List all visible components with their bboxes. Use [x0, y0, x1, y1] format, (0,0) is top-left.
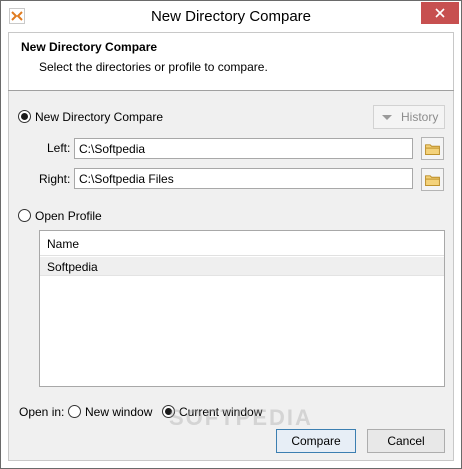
folder-icon	[425, 143, 440, 155]
right-path-field[interactable]: C:\Softpedia Files	[74, 168, 413, 189]
window-title: New Directory Compare	[150, 8, 312, 25]
new-window-label[interactable]: New window	[85, 405, 152, 419]
list-item-label: Softpedia	[47, 260, 98, 274]
list-item[interactable]: Softpedia	[40, 257, 444, 276]
watermark: SOFTPEDIA	[169, 405, 313, 430]
header-separator	[8, 90, 454, 91]
open-profile-radio[interactable]	[18, 209, 31, 222]
right-label: Right:	[39, 172, 71, 186]
history-label: History	[401, 110, 439, 124]
history-button[interactable]: History	[373, 105, 445, 129]
close-button[interactable]	[421, 2, 459, 24]
dialog-window: New Directory Compare New Directory Comp…	[0, 0, 462, 469]
cancel-button[interactable]: Cancel	[367, 429, 445, 453]
title-bar[interactable]: New Directory Compare	[1, 1, 461, 32]
header-banner: New Directory Compare Select the directo…	[8, 32, 454, 90]
column-name: Name	[47, 237, 80, 251]
new-directory-compare-radio[interactable]	[18, 110, 31, 123]
folder-icon	[425, 174, 440, 186]
right-browse-button[interactable]	[421, 168, 444, 191]
header-subtitle: Select the directories or profile to com…	[39, 60, 268, 74]
left-path-field[interactable]: C:\Softpedia	[74, 138, 413, 159]
chevron-down-icon	[382, 115, 392, 120]
close-icon	[435, 8, 445, 18]
compare-button[interactable]: Compare	[276, 429, 356, 453]
left-label: Left:	[47, 141, 71, 155]
new-directory-compare-label[interactable]: New Directory Compare	[35, 110, 163, 124]
left-browse-button[interactable]	[421, 137, 444, 160]
new-window-radio[interactable]	[68, 405, 81, 418]
header-title: New Directory Compare	[21, 40, 158, 54]
open-profile-label[interactable]: Open Profile	[35, 209, 102, 223]
list-column-header[interactable]: Name	[40, 231, 444, 256]
profile-list[interactable]: Name Softpedia	[39, 230, 445, 387]
open-in-label: Open in:	[19, 405, 65, 419]
